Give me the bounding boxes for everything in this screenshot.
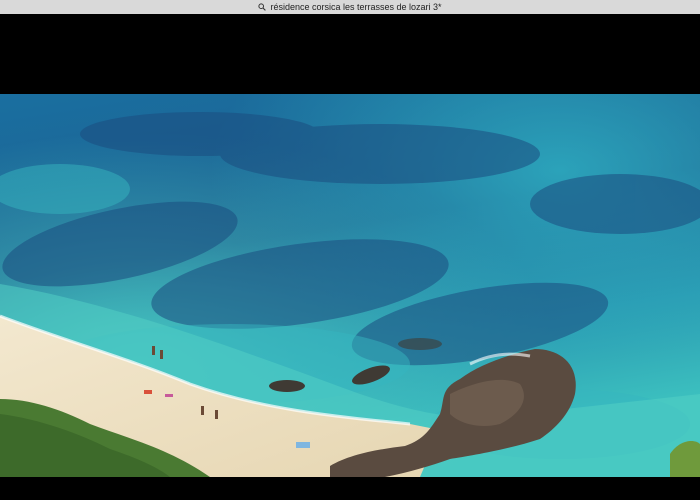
bottom-letterbox bbox=[0, 477, 700, 500]
beach-towel bbox=[296, 442, 310, 448]
search-icon bbox=[258, 3, 267, 11]
search-query-text: résidence corsica les terrasses de lozar… bbox=[270, 2, 442, 12]
top-bar: résidence corsica les terrasses de lozar… bbox=[0, 0, 700, 14]
aerial-beach-photo bbox=[0, 94, 700, 477]
